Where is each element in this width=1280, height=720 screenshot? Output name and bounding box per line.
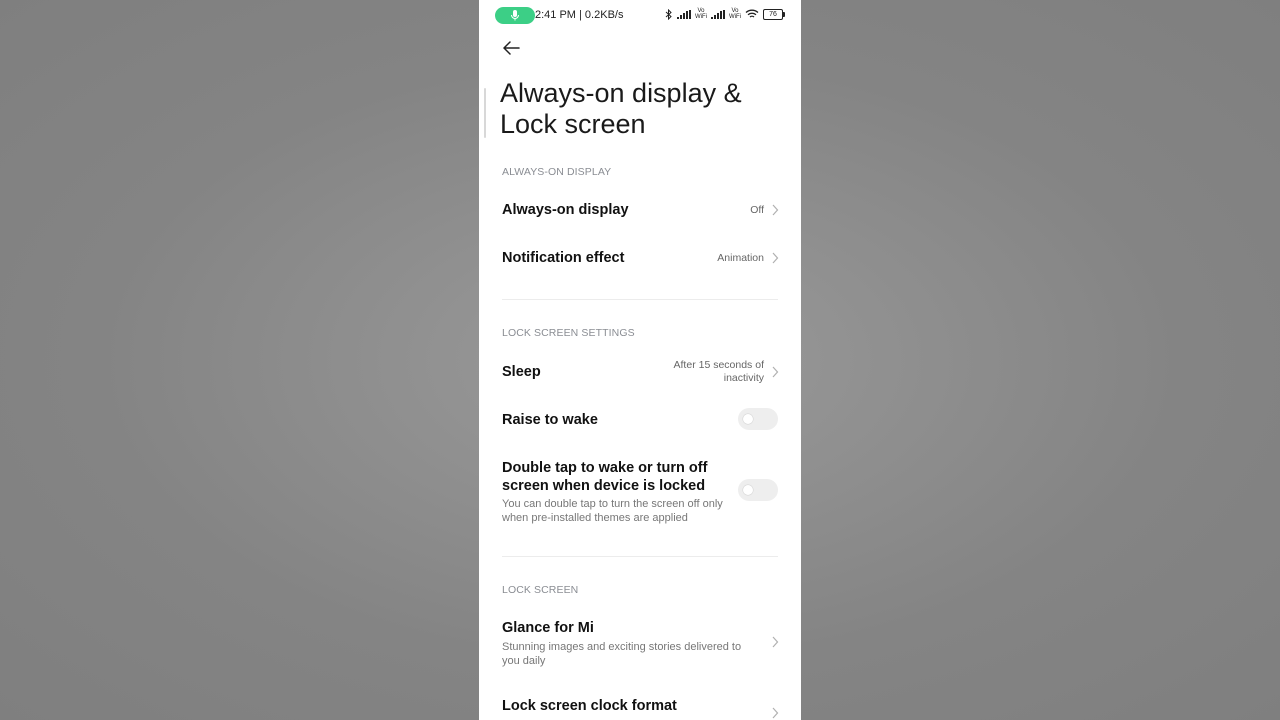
- raise-to-wake-toggle[interactable]: [738, 408, 778, 430]
- phone-screen: 2:41 PM | 0.2KB/s Vo WiFi Vo WiFi 76 Alw…: [479, 0, 801, 720]
- chevron-right-icon: [772, 204, 779, 216]
- vowifi-label: Vo WiFi: [729, 8, 741, 20]
- chevron-right-icon: [772, 252, 779, 264]
- section-divider: [502, 556, 778, 557]
- section-header-lock-settings: LOCK SCREEN SETTINGS: [502, 327, 635, 339]
- lock-screen-clock-format-item[interactable]: Lock screen clock format: [479, 690, 801, 720]
- section-header-lock-screen: LOCK SCREEN: [502, 584, 579, 596]
- item-subtitle-line: You can double tap to turn the screen of…: [502, 498, 723, 510]
- wifi-icon: [745, 9, 759, 18]
- page-title: Always-on display & Lock screen: [500, 78, 780, 140]
- item-value: Animation: [717, 252, 764, 264]
- item-subtitle-line: Stunning images and exciting stories del…: [502, 641, 742, 653]
- item-value-line: After 15 seconds of: [673, 359, 764, 371]
- vowifi-label: Vo WiFi: [695, 8, 707, 20]
- item-value: After 15 seconds of inactivity: [674, 359, 764, 385]
- chevron-right-icon: [772, 636, 779, 648]
- double-tap-wake-item[interactable]: Double tap to wake or turn off screen wh…: [479, 456, 801, 526]
- item-title: Notification effect: [502, 250, 625, 266]
- section-header-always-on: ALWAYS-ON DISPLAY: [502, 166, 612, 178]
- item-title-line: screen when device is locked: [502, 477, 706, 494]
- chevron-right-icon: [772, 366, 779, 378]
- item-subtitle: You can double tap to turn the screen of…: [502, 498, 723, 525]
- battery-icon: 76: [763, 8, 785, 20]
- toggle-knob: [743, 485, 753, 495]
- microphone-indicator[interactable]: [495, 7, 535, 24]
- status-icons: Vo WiFi Vo WiFi 76: [665, 8, 785, 20]
- item-subtitle-line: when pre-installed themes are applied: [502, 511, 688, 524]
- back-button[interactable]: [499, 36, 523, 60]
- toggle-knob: [743, 414, 753, 424]
- signal-icon: [677, 9, 691, 19]
- status-bar: 2:41 PM | 0.2KB/s Vo WiFi Vo WiFi 76: [479, 0, 801, 32]
- raise-to-wake-item[interactable]: Raise to wake: [479, 400, 801, 440]
- item-value-line: inactivity: [723, 372, 764, 384]
- always-on-display-item[interactable]: Always-on display Off: [479, 190, 801, 230]
- item-title-line: Double tap to wake or turn off: [502, 460, 708, 476]
- bluetooth-icon: [665, 8, 672, 20]
- section-divider: [502, 299, 778, 300]
- page-title-line: Lock screen: [500, 109, 646, 139]
- item-title: Lock screen clock format: [502, 698, 677, 714]
- item-title: Raise to wake: [502, 412, 598, 428]
- double-tap-wake-toggle[interactable]: [738, 479, 778, 501]
- scroll-indicator: [484, 88, 486, 138]
- item-subtitle: Stunning images and exciting stories del…: [502, 641, 741, 668]
- item-title: Always-on display: [502, 202, 629, 218]
- item-subtitle-line: you daily: [502, 654, 546, 667]
- back-arrow-icon: [503, 41, 520, 55]
- sleep-item[interactable]: Sleep After 15 seconds of inactivity: [479, 352, 801, 392]
- page-title-line: Always-on display &: [500, 78, 742, 108]
- item-title: Double tap to wake or turn off screen wh…: [502, 460, 707, 495]
- microphone-icon: [511, 10, 519, 21]
- item-title: Glance for Mi: [502, 620, 594, 636]
- item-title: Sleep: [502, 364, 541, 380]
- signal-icon: [711, 9, 725, 19]
- notification-effect-item[interactable]: Notification effect Animation: [479, 238, 801, 278]
- chevron-right-icon: [772, 707, 779, 719]
- glance-for-mi-item[interactable]: Glance for Mi Stunning images and exciti…: [479, 612, 801, 672]
- status-time-speed: 2:41 PM | 0.2KB/s: [535, 9, 624, 21]
- item-value: Off: [750, 204, 764, 216]
